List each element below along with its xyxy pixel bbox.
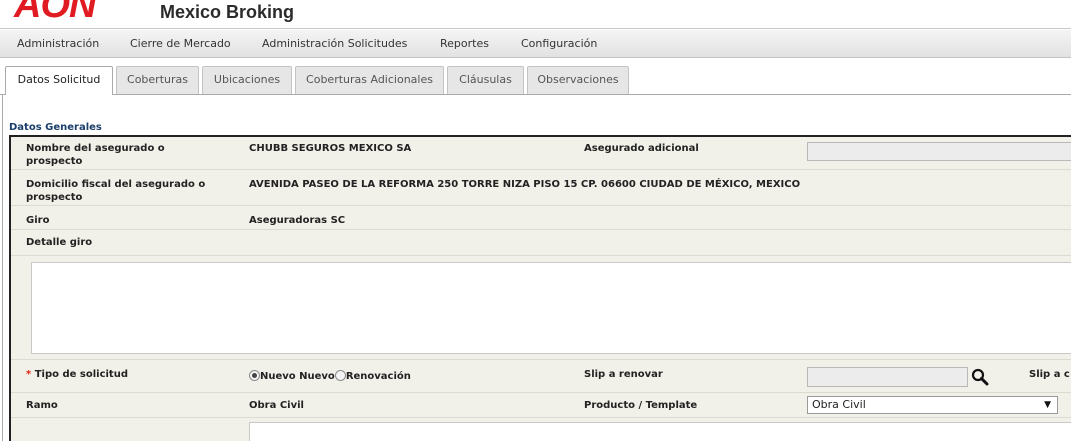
giro-label: Giro [26, 215, 50, 226]
asegurado-adicional-label: Asegurado adicional [584, 143, 699, 154]
ramo-label: Ramo [26, 400, 58, 411]
tab-datos-solicitud[interactable]: Datos Solicitud [5, 66, 113, 95]
radio-nuevo[interactable] [249, 370, 260, 381]
menu-item-administracion-solicitudes[interactable]: Administración Solicitudes [262, 37, 407, 50]
app-header: AON Mexico Broking [0, 0, 1071, 29]
nombre-asegurado-value: CHUBB SEGUROS MEXICO SA [249, 143, 412, 154]
giro-value: Aseguradoras SC [249, 215, 346, 226]
asegurado-adicional-input[interactable] [807, 142, 1071, 161]
tab-ubicaciones[interactable]: Ubicaciones [202, 66, 292, 94]
detalle-giro-textarea[interactable] [31, 262, 1071, 354]
domicilio-fiscal-value: AVENIDA PASEO DE LA REFORMA 250 TORRE NI… [249, 179, 801, 190]
row-divider [11, 205, 1071, 206]
menu-item-configuracion[interactable]: Configuración [521, 37, 597, 50]
slip-renovar-input[interactable] [807, 367, 968, 387]
tab-clausulas[interactable]: Cláusulas [447, 66, 524, 94]
datos-generales-form: Nombre del asegurado o prospecto CHUBB S… [9, 135, 1071, 441]
tab-coberturas-adicionales[interactable]: Coberturas Adicionales [295, 66, 444, 94]
tipo-solicitud-radio-group: Nuevo Nuevo Renovación [249, 370, 411, 383]
aon-logo: AON [14, 0, 96, 26]
row-divider [11, 392, 1071, 393]
tab-observaciones[interactable]: Observaciones [527, 66, 629, 94]
row-divider [11, 417, 1071, 418]
producto-template-select[interactable]: Obra Civil ▼ [807, 396, 1058, 414]
ramo-value: Obra Civil [249, 400, 304, 411]
tipo-solicitud-label-text: Tipo de solicitud [34, 369, 128, 380]
detalle-giro-label: Detalle giro [26, 237, 93, 248]
section-title-datos-generales: Datos Generales [9, 122, 102, 133]
menu-item-reportes[interactable]: Reportes [440, 37, 489, 50]
menu-item-cierre-de-mercado[interactable]: Cierre de Mercado [130, 37, 231, 50]
radio-nuevo-label[interactable]: Nuevo Nuevo [260, 371, 335, 382]
tipo-solicitud-label: * Tipo de solicitud [26, 368, 128, 381]
producto-template-selected: Obra Civil [812, 398, 866, 411]
partial-textarea[interactable] [249, 422, 1071, 441]
row-divider [11, 255, 1071, 256]
main-menu: Administración Cierre de Mercado Adminis… [0, 30, 1071, 58]
menu-item-administracion[interactable]: Administración [17, 37, 99, 50]
row-divider [11, 169, 1071, 170]
radio-renovacion[interactable] [334, 370, 346, 381]
row-divider [11, 229, 1071, 230]
slip-renovar-label: Slip a renovar [584, 369, 663, 380]
slip-a-label: Slip a c [1029, 369, 1070, 380]
producto-template-label: Producto / Template [584, 400, 698, 411]
search-icon[interactable] [971, 368, 989, 386]
domicilio-fiscal-label: Domicilio fiscal del asegurado o prospec… [26, 179, 206, 203]
app-title: Mexico Broking [160, 2, 295, 22]
required-asterisk: * [26, 369, 32, 380]
row-divider [11, 359, 1071, 360]
nombre-asegurado-label: Nombre del asegurado o prospecto [26, 143, 165, 167]
tab-coberturas[interactable]: Coberturas [116, 66, 199, 94]
chevron-down-icon: ▼ [1044, 400, 1051, 410]
tab-strip: Datos Solicitud Coberturas Ubicaciones C… [0, 59, 1071, 95]
radio-renovacion-label[interactable]: Renovación [346, 371, 411, 382]
